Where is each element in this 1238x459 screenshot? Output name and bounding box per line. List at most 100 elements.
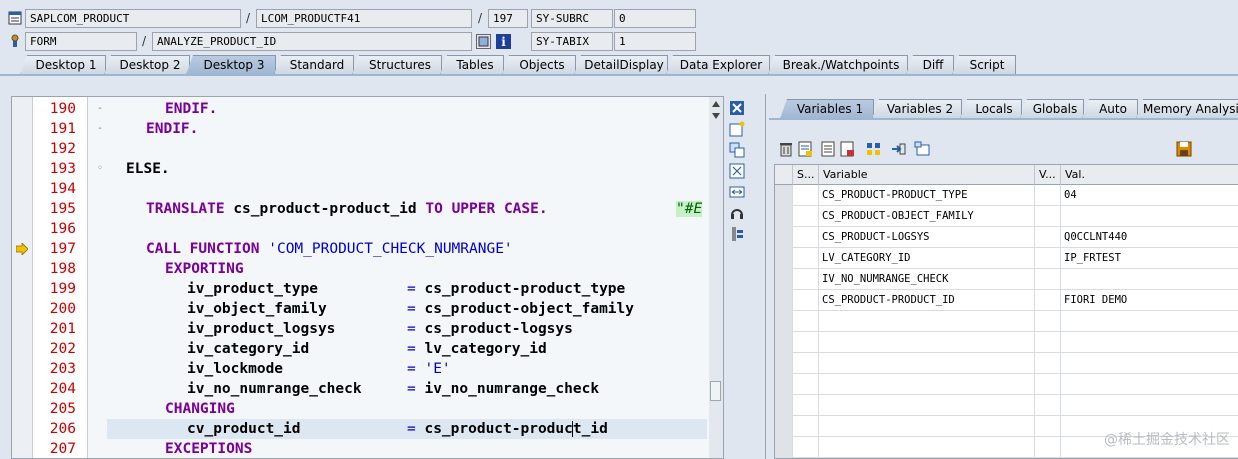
row-selector[interactable] (775, 395, 793, 416)
tab-objects[interactable]: Objects (502, 55, 576, 75)
editor-scrollbar[interactable] (709, 97, 723, 458)
table-row[interactable] (775, 311, 1238, 332)
event-type-field[interactable]: FORM (25, 32, 137, 51)
variable-cell[interactable] (819, 437, 1035, 458)
view-cell[interactable] (1035, 437, 1061, 458)
table-row[interactable]: CS_PRODUCT-PRODUCT_ID FIORI DEMO (775, 290, 1238, 311)
table-row[interactable]: CS_PRODUCT-PRODUCT_TYPE 04 (775, 185, 1238, 206)
table-row[interactable]: LV_CATEGORY_ID IP_FRTEST (775, 248, 1238, 269)
view-cell[interactable] (1035, 416, 1061, 437)
status-cell[interactable] (793, 248, 819, 269)
list-icon[interactable] (820, 141, 836, 157)
view-cell[interactable] (1035, 227, 1061, 248)
tab-globals[interactable]: Globals (1020, 99, 1084, 119)
value-cell[interactable] (1061, 332, 1238, 353)
variable-cell[interactable] (819, 374, 1035, 395)
view-cell[interactable] (1035, 311, 1061, 332)
variable-cell[interactable] (819, 332, 1035, 353)
variable-cell[interactable] (819, 353, 1035, 374)
include-field[interactable]: LCOM_PRODUCTF41 (256, 9, 472, 28)
table-row[interactable]: IV_NO_NUMRANGE_CHECK (775, 269, 1238, 290)
event-field[interactable]: ANALYZE_PRODUCT_ID (152, 32, 472, 51)
variable-cell[interactable]: LV_CATEGORY_ID (819, 248, 1035, 269)
row-selector[interactable] (775, 185, 793, 206)
status-cell[interactable] (793, 185, 819, 206)
status-cell[interactable] (793, 416, 819, 437)
tab-memory-analysis[interactable]: Memory Analysis (1136, 99, 1238, 119)
row-selector[interactable] (775, 416, 793, 437)
navigate-arrow-icon[interactable] (890, 141, 906, 157)
column-header-s[interactable]: S... (793, 165, 819, 185)
view-cell[interactable] (1035, 185, 1061, 206)
table-row[interactable] (775, 353, 1238, 374)
table-row[interactable]: CS_PRODUCT-OBJECT_FAMILY (775, 206, 1238, 227)
column-header-val[interactable]: Val. (1061, 165, 1238, 185)
status-cell[interactable] (793, 353, 819, 374)
variable-cell[interactable]: CS_PRODUCT-PRODUCT_ID (819, 290, 1035, 311)
row-selector[interactable] (775, 248, 793, 269)
status-cell[interactable] (793, 332, 819, 353)
status-cell[interactable] (793, 311, 819, 332)
row-selector[interactable] (775, 206, 793, 227)
transfer-icon[interactable] (866, 141, 882, 157)
settings-icon[interactable] (729, 226, 745, 242)
tab-diff[interactable]: Diff (906, 55, 954, 75)
navigate-icon[interactable] (476, 34, 491, 49)
view-cell[interactable] (1035, 374, 1061, 395)
variable-cell[interactable]: CS_PRODUCT-LOGSYS (819, 227, 1035, 248)
new-tool-icon[interactable] (729, 121, 745, 137)
view-cell[interactable] (1035, 353, 1061, 374)
program-field[interactable]: SAPLCOM_PRODUCT (25, 9, 241, 28)
row-selector[interactable] (775, 374, 793, 395)
sysval-field-1[interactable]: 0 (614, 9, 696, 28)
insert-icon[interactable] (797, 141, 813, 157)
swap-tool-icon[interactable] (729, 142, 745, 158)
row-selector[interactable] (775, 227, 793, 248)
table-row[interactable] (775, 332, 1238, 353)
status-cell[interactable] (793, 395, 819, 416)
view-cell[interactable] (1035, 206, 1061, 227)
tab-data-explorer[interactable]: Data Explorer (666, 55, 770, 75)
value-cell[interactable] (1061, 269, 1238, 290)
status-cell[interactable] (793, 374, 819, 395)
view-cell[interactable] (1035, 248, 1061, 269)
row-selector[interactable] (775, 332, 793, 353)
variable-cell[interactable]: IV_NO_NUMRANGE_CHECK (819, 269, 1035, 290)
table-row[interactable] (775, 374, 1238, 395)
source-editor[interactable]: 190 191 192 193 194 195 196 197 198 199 … (11, 96, 724, 459)
value-cell[interactable] (1061, 374, 1238, 395)
breakpoint-gutter[interactable] (12, 97, 32, 458)
variable-cell[interactable]: CS_PRODUCT-OBJECT_FAMILY (819, 206, 1035, 227)
tab-breakpoints[interactable]: Break./Watchpoints (768, 55, 908, 75)
table-row[interactable] (775, 395, 1238, 416)
close-icon[interactable] (729, 100, 745, 116)
tab-auto[interactable]: Auto (1082, 99, 1138, 119)
status-cell[interactable] (793, 290, 819, 311)
scroll-up-icon[interactable] (712, 101, 720, 107)
line-field[interactable]: 197 (488, 9, 528, 28)
info-icon[interactable]: i (496, 34, 511, 49)
value-cell[interactable]: Q0CCLNT440 (1061, 227, 1238, 248)
tab-desktop-1[interactable]: Desktop 1 (20, 55, 106, 75)
tab-desktop-3[interactable]: Desktop 3 (186, 55, 276, 75)
value-cell[interactable] (1061, 395, 1238, 416)
view-cell[interactable] (1035, 332, 1061, 353)
save-list-icon[interactable] (839, 141, 855, 157)
tab-tables[interactable]: Tables (440, 55, 504, 75)
row-selector[interactable] (775, 311, 793, 332)
variable-cell[interactable] (819, 416, 1035, 437)
tab-detaildisplay[interactable]: DetailDisplay (574, 55, 668, 75)
status-cell[interactable] (793, 437, 819, 458)
column-header-variable[interactable]: Variable (819, 165, 1035, 185)
table-row[interactable]: CS_PRODUCT-LOGSYS Q0CCLNT440 (775, 227, 1238, 248)
variable-cell[interactable] (819, 311, 1035, 332)
tab-script[interactable]: Script (952, 55, 1016, 75)
save-icon[interactable] (1176, 141, 1192, 157)
value-cell[interactable] (1061, 206, 1238, 227)
sysval-field-2[interactable]: 1 (614, 32, 696, 51)
value-cell[interactable]: 04 (1061, 185, 1238, 206)
services-icon[interactable] (729, 205, 745, 221)
status-cell[interactable] (793, 206, 819, 227)
row-selector[interactable] (775, 290, 793, 311)
variable-cell[interactable] (819, 395, 1035, 416)
